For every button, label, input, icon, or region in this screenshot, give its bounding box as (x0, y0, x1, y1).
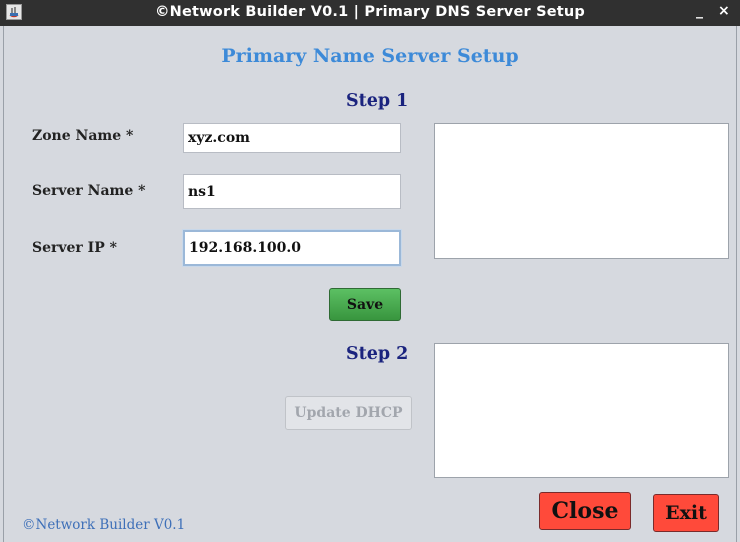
step-1-output-area[interactable] (434, 123, 729, 259)
title-bar: ©Network Builder V0.1 | Primary DNS Serv… (0, 0, 740, 26)
server-name-input[interactable] (183, 174, 401, 209)
update-dhcp-button[interactable]: Update DHCP (285, 396, 412, 430)
zone-name-label: Zone Name * (32, 128, 134, 144)
zone-name-input[interactable] (183, 123, 401, 153)
step-2-label: Step 2 (346, 344, 409, 364)
close-window-button[interactable]: × (718, 3, 730, 19)
server-ip-label: Server IP * (32, 240, 117, 256)
close-button[interactable]: Close (539, 492, 631, 530)
page-title: Primary Name Server Setup (221, 45, 519, 67)
step-2-output-area[interactable] (434, 343, 729, 478)
server-name-label: Server Name * (32, 183, 146, 199)
footer-copyright: ©Network Builder V0.1 (22, 517, 186, 533)
step-1-label: Step 1 (346, 91, 409, 111)
window-title: ©Network Builder V0.1 | Primary DNS Serv… (154, 4, 585, 20)
exit-button[interactable]: Exit (653, 494, 719, 532)
minimize-button[interactable]: _ (696, 3, 703, 19)
server-ip-input[interactable] (183, 230, 401, 266)
save-button[interactable]: Save (329, 288, 401, 321)
